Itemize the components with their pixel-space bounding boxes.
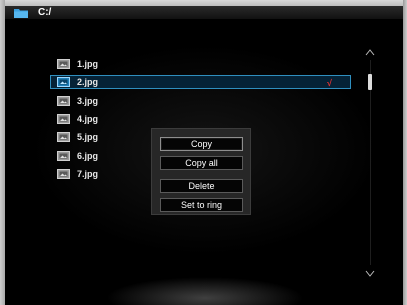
scrollbar-thumb[interactable] (368, 74, 372, 90)
image-file-icon (57, 96, 70, 106)
image-file-icon (57, 77, 70, 87)
file-name: 1.jpg (77, 59, 99, 69)
file-name: 3.jpg (77, 96, 99, 106)
menu-item-copy-all[interactable]: Copy all (160, 156, 243, 170)
file-name: 7.jpg (77, 169, 99, 179)
file-name: 4.jpg (77, 114, 99, 124)
menu-item-delete[interactable]: Delete (160, 179, 243, 193)
file-row-1[interactable]: 1.jpg (50, 57, 351, 71)
scroll-down-icon[interactable] (365, 270, 375, 278)
image-file-icon (57, 59, 70, 69)
context-menu: Copy Copy all Delete Set to ring (151, 128, 251, 215)
image-file-icon (57, 132, 70, 142)
image-file-icon (57, 151, 70, 161)
file-row-3[interactable]: 3.jpg (50, 94, 351, 108)
file-row-4[interactable]: 4.jpg (50, 112, 351, 126)
title-bar (5, 6, 403, 19)
device-bezel-right (403, 0, 407, 305)
folder-icon (14, 9, 28, 18)
check-mark-icon: √ (327, 78, 332, 88)
current-path: C:/ (38, 7, 52, 18)
file-name: 2.jpg (77, 77, 99, 87)
device-bezel-left (0, 0, 5, 305)
file-name: 6.jpg (77, 151, 99, 161)
file-name: 5.jpg (77, 132, 99, 142)
image-file-icon (57, 169, 70, 179)
menu-item-set-to-ring[interactable]: Set to ring (160, 198, 243, 212)
image-file-icon (57, 114, 70, 124)
scroll-up-icon[interactable] (365, 48, 375, 56)
menu-item-copy[interactable]: Copy (160, 137, 243, 151)
file-row-2[interactable]: 2.jpg √ (50, 75, 351, 89)
scrollbar-track[interactable] (370, 60, 371, 265)
